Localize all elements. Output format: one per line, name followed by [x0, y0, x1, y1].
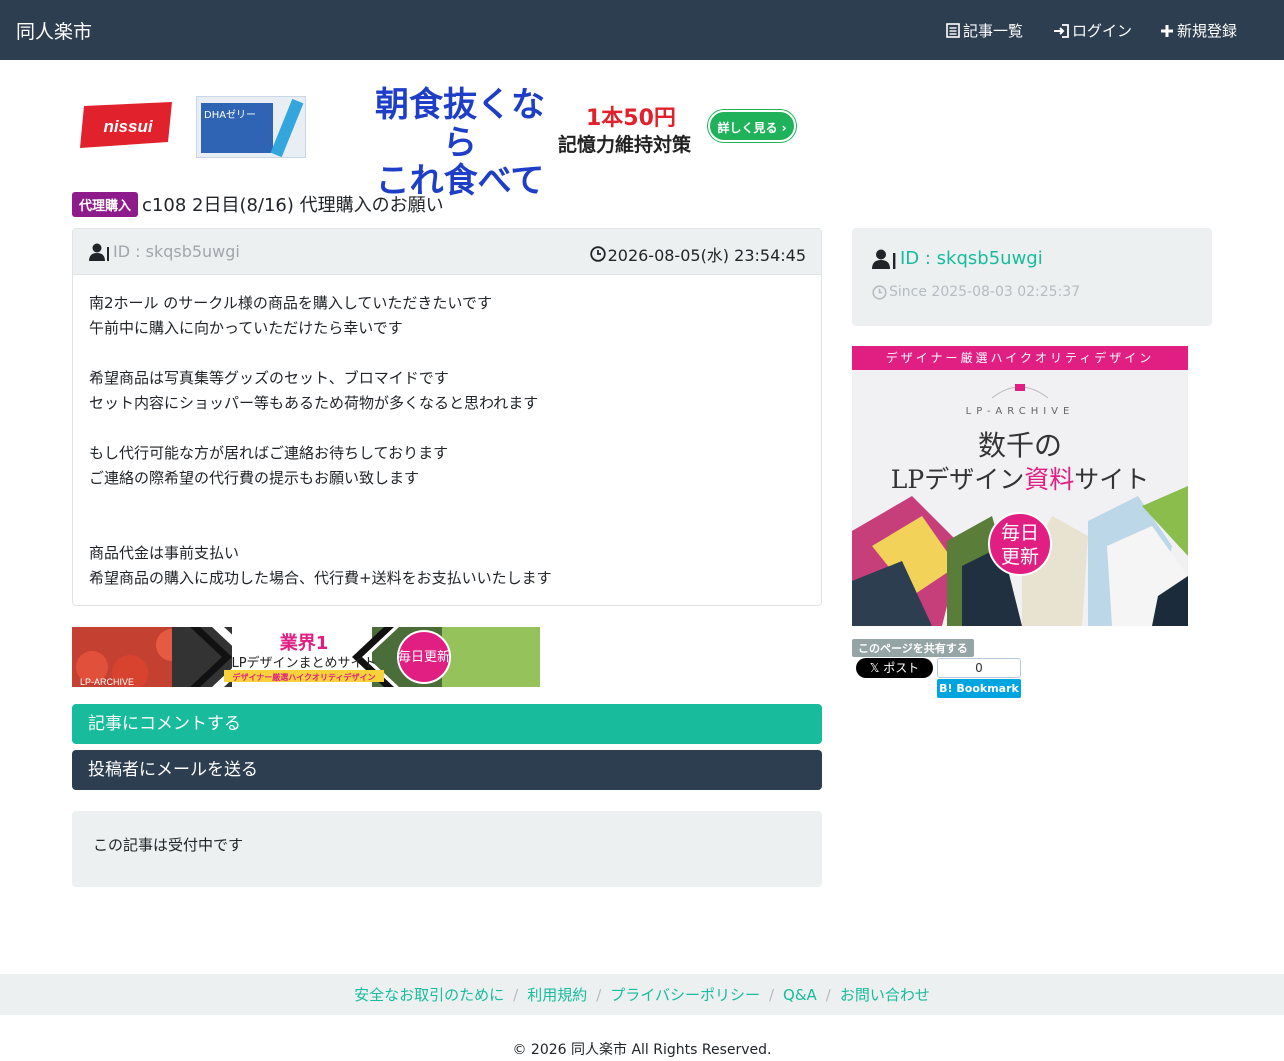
body-line: セット内容にショッパー等もあるため荷物が多くなると思われます [89, 394, 539, 412]
footer-link-qa[interactable]: Q&A [783, 986, 817, 1004]
ad-headline: 朝食抜くなら これ食べて [360, 86, 560, 200]
profile-since-text: Since 2025-08-03 02:25:37 [889, 284, 1081, 300]
body-line [89, 416, 799, 441]
nissui-logo: nissui [80, 102, 172, 148]
svg-text:デザイナー厳選ハイクオリティデザイン: デザイナー厳選ハイクオリティデザイン [232, 672, 375, 682]
footer-separator: / [768, 985, 775, 1004]
lp-ad-circle-2: 更新 [1000, 546, 1039, 568]
profile-user-id-text: ID : skqsb5uwgi [900, 248, 1043, 269]
nav-register[interactable]: 新規登録 [1160, 20, 1237, 41]
profile-since: Since 2025-08-03 02:25:37 [872, 284, 1080, 300]
lp-ad-line2: LPデザイン資料サイト [852, 460, 1188, 496]
nav-login[interactable]: ログイン [1053, 20, 1132, 41]
ad-detail-button[interactable]: 詳しく見る › [708, 110, 796, 142]
body-line: 希望商品の購入に成功した場合、代行費+送料をお支払いいたします [89, 569, 552, 587]
nav-article-list[interactable]: 記事一覧 [946, 20, 1023, 41]
posted-datetime: 2026-08-05(水) 23:54:45 [589, 242, 806, 266]
product-stick [270, 98, 304, 158]
body-line: もし代行可能な方が居ればご連絡お待ちしております [89, 444, 449, 462]
lp-ad-line2a: LPデザイン [890, 465, 1025, 494]
status-panel: この記事は受付中です [72, 811, 822, 887]
lp-ad-line2b: 資料 [1024, 465, 1075, 494]
author-id[interactable]: ID : skqsb5uwgi [89, 242, 240, 261]
list-icon [946, 23, 960, 38]
lp-ad-circle-1: 毎日 [1000, 522, 1039, 544]
footer-link-terms[interactable]: 利用規約 [527, 984, 587, 1005]
user-icon [89, 243, 109, 261]
lp-ad-line2c: サイト [1074, 465, 1150, 494]
svg-text:業界1: 業界1 [279, 632, 329, 654]
footer-separator: / [596, 985, 602, 1004]
footer-nav: 安全なお取引のために / 利用規約 / プライバシーポリシー / Q&A / お… [0, 974, 1284, 1015]
footer-separator: / [825, 985, 831, 1004]
clock-icon [872, 284, 887, 300]
lp-ad-line1: 数千の [977, 429, 1062, 462]
product-image: DHAゼリー [196, 96, 306, 158]
user-icon [872, 249, 896, 269]
article-title: c108 2日目(8/16) 代理購入のお願い [142, 195, 444, 216]
hatena-bookmark-button[interactable]: B! Bookmark [937, 679, 1021, 698]
article-card: ID : skqsb5uwgi 2026-08-05(水) 23:54:45 南… [72, 228, 822, 606]
footer-link-safety[interactable]: 安全なお取引のために [354, 984, 504, 1005]
svg-text:毎日更新: 毎日更新 [398, 649, 450, 665]
nav-login-label: ログイン [1072, 22, 1133, 40]
body-line: 午前中に購入に向かっていただけたら幸いです [89, 319, 403, 337]
hatena-bookmark-widget[interactable]: 0 B! Bookmark [937, 658, 1021, 698]
body-line [89, 341, 799, 366]
body-line: 希望商品は写真集等グッズのセット、ブロマイドです [89, 369, 449, 387]
lp-ad-archive-label: LP-ARCHIVE [965, 406, 1075, 417]
comment-button[interactable]: 記事にコメントする [72, 704, 822, 744]
svg-text:LP-ARCHIVE: LP-ARCHIVE [80, 677, 134, 687]
profile-user-id[interactable]: ID : skqsb5uwgi [872, 248, 1043, 269]
navbar: 同人楽市 記事一覧 ログイン 新規登録 [0, 0, 1284, 60]
plus-icon [1161, 24, 1173, 37]
share-label: このページを共有する [852, 639, 974, 657]
hatena-count: 0 [937, 658, 1021, 678]
body-line: 商品代金は事前支払い [89, 544, 240, 562]
product-box: DHAゼリー [201, 103, 273, 153]
category-badge: 代理購入 [72, 191, 139, 217]
body-line: ご連絡の際希望の代行費の提示もお願い致します [89, 469, 420, 487]
footer-link-privacy[interactable]: プライバシーポリシー [610, 984, 760, 1005]
author-id-text: ID : skqsb5uwgi [113, 242, 240, 261]
lp-archive-banner[interactable]: LP-ARCHIVE 業界1 LPデザインまとめサイト デザイナー厳選ハイクオリ… [72, 627, 540, 687]
site-brand[interactable]: 同人楽市 [16, 17, 92, 44]
status-text: この記事は受付中です [93, 836, 244, 854]
lp-archive-banner-art: LP-ARCHIVE 業界1 LPデザインまとめサイト デザイナー厳選ハイクオリ… [72, 627, 540, 687]
posted-datetime-text: 2026-08-05(水) 23:54:45 [607, 246, 806, 265]
ad-price: 1本50円 [586, 106, 676, 131]
top-ad-banner[interactable]: nissui DHAゼリー 朝食抜くなら これ食べて 1本50円 記憶力維持対策… [80, 84, 800, 200]
nav-article-list-label: 記事一覧 [963, 22, 1024, 40]
ad-subline: 記憶力維持対策 [558, 134, 692, 156]
clock-icon [589, 246, 606, 262]
svg-text:nissui: nissui [103, 117, 153, 136]
body-line [89, 491, 799, 516]
footer-separator: / [513, 985, 519, 1004]
footer-link-contact[interactable]: お問い合わせ [840, 984, 930, 1005]
body-line [89, 516, 799, 541]
x-post-button[interactable]: 𝕏 ポスト [856, 658, 933, 678]
login-icon [1054, 23, 1069, 38]
body-line: 南2ホール のサークル様の商品を購入していただきたいです [89, 294, 492, 312]
send-mail-button[interactable]: 投稿者にメールを送る [72, 750, 822, 790]
article-title-row: 代理購入 c108 2日目(8/16) 代理購入のお願い [72, 191, 444, 217]
article-body: 南2ホール のサークル様の商品を購入していただきたいです 午前中に購入に向かって… [89, 291, 799, 591]
ad-headline-1: 朝食抜くなら [375, 85, 545, 163]
svg-text:LPデザインまとめサイト: LPデザインまとめサイト [231, 655, 376, 671]
lp-archive-square-ad[interactable]: デザイナー厳選ハイクオリティデザイン LP-ARCHIVE 数千の LPデザイン… [852, 346, 1188, 626]
lp-ad-daily-badge: 毎日 更新 [988, 512, 1052, 576]
article-card-header: ID : skqsb5uwgi 2026-08-05(水) 23:54:45 [73, 229, 821, 275]
nav-register-label: 新規登録 [1177, 22, 1238, 40]
author-profile-panel: ID : skqsb5uwgi Since 2025-08-03 02:25:3… [852, 228, 1212, 326]
copyright: © 2026 同人楽市 All Rights Reserved. [512, 1042, 772, 1058]
